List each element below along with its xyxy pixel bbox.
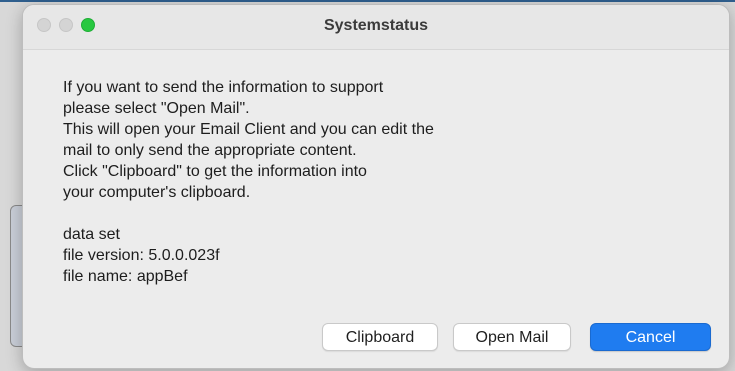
window-title: Systemstatus bbox=[323, 17, 429, 34]
message-line: If you want to send the information to s… bbox=[63, 79, 384, 96]
clipboard-button[interactable]: Clipboard bbox=[322, 323, 438, 351]
message-line: Click "Clipboard" to get the information… bbox=[63, 163, 367, 180]
message-line: mail to only send the appropriate conten… bbox=[63, 142, 357, 159]
message-line: This will open your Email Client and you… bbox=[63, 121, 434, 138]
screen-top-border bbox=[0, 0, 735, 2]
message-body: If you want to send the information to s… bbox=[63, 77, 663, 287]
titlebar: Systemstatus bbox=[23, 5, 729, 50]
message-line: please select "Open Mail". bbox=[63, 100, 250, 117]
cancel-button[interactable]: Cancel bbox=[590, 323, 711, 351]
message-gap bbox=[63, 203, 663, 224]
detail-line: file name: appBef bbox=[63, 268, 188, 285]
detail-line: file version: 5.0.0.023f bbox=[63, 247, 220, 264]
open-mail-button[interactable]: Open Mail bbox=[453, 323, 571, 351]
system-status-dialog: Systemstatus If you want to send the inf… bbox=[22, 4, 730, 369]
detail-line: data set bbox=[63, 226, 120, 243]
message-line: your computer's clipboard. bbox=[63, 184, 251, 201]
